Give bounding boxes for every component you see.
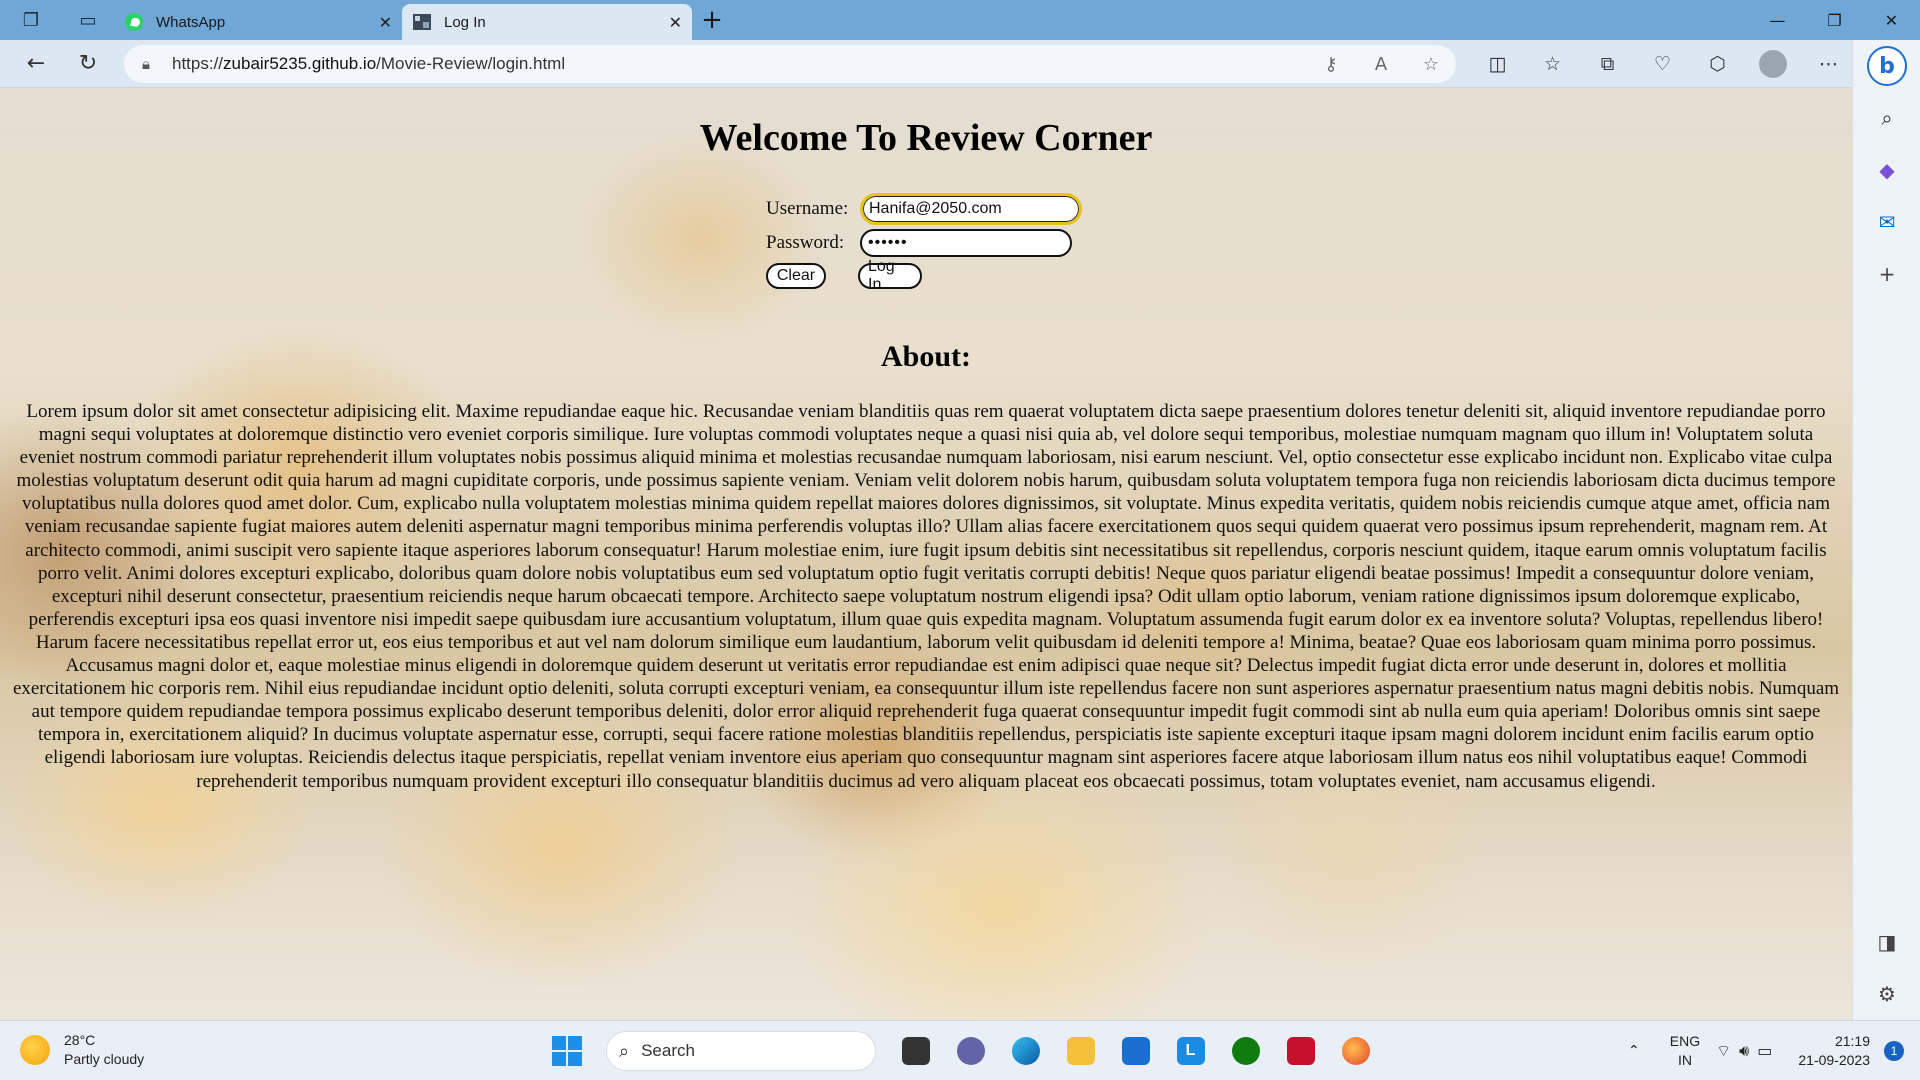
search-placeholder: Search (641, 1041, 695, 1060)
weather-description: Partly cloudy (64, 1051, 145, 1067)
new-tab-icon[interactable]: + (692, 0, 732, 40)
bing-icon: b (1867, 46, 1907, 86)
login-form: Username: Hanifa@2050.com Password: ••••… (766, 192, 1082, 293)
page-favicon-icon (412, 12, 432, 32)
clock[interactable]: 21:19 21-09-2023 (1798, 1032, 1870, 1070)
partly-cloudy-icon (20, 1035, 50, 1065)
copilot-button[interactable]: b (1853, 40, 1920, 92)
start-button[interactable] (552, 1036, 582, 1066)
close-tab-icon[interactable]: ✕ (379, 13, 392, 32)
url-host: zubair5235.github.io (223, 54, 377, 73)
windows-taskbar: 28°C Partly cloudy ⌕ Search L ⌃ ENG IN ⌔… (0, 1020, 1920, 1080)
clock-date: 21-09-2023 (1798, 1052, 1870, 1068)
browser-essentials-icon[interactable]: ♡ (1635, 53, 1690, 75)
refresh-icon[interactable]: ↻ (62, 40, 114, 88)
taskbar-search[interactable]: ⌕ Search (606, 1031, 876, 1071)
collections-icon[interactable]: ⧉ (1580, 53, 1635, 75)
back-icon[interactable]: ← (10, 40, 62, 88)
edge-icon[interactable] (998, 1029, 1053, 1073)
clock-time: 21:19 (1834, 1033, 1870, 1049)
minimize-icon[interactable]: — (1749, 0, 1806, 40)
split-screen-icon[interactable]: ◫ (1470, 53, 1525, 75)
network-volume-battery-icons[interactable]: ⌔🔊︎▭ (1716, 1041, 1780, 1061)
task-view-icon[interactable] (888, 1029, 943, 1073)
region-code: IN (1677, 1052, 1692, 1068)
url-text[interactable]: https://zubair5235.github.io/Movie-Revie… (172, 54, 1306, 74)
show-hidden-icons[interactable]: ⌃ (1628, 1043, 1640, 1059)
login-button[interactable]: Log In (858, 258, 922, 293)
tab-label: WhatsApp (156, 13, 226, 31)
about-paragraph: Lorem ipsum dolor sit amet consectetur a… (12, 401, 1840, 792)
key-icon[interactable]: ⚷ (1306, 54, 1356, 75)
clear-button[interactable]: Clear (766, 263, 826, 289)
lock-icon[interactable]: 🔒︎ (142, 55, 172, 73)
tab-strip: ❐ ▭ WhatsApp ✕ Log In ✕ + — ❐ ✕ (0, 0, 1920, 40)
file-explorer-icon[interactable] (1053, 1029, 1108, 1073)
extensions-icon[interactable]: ⬡ (1690, 53, 1745, 75)
tab-whatsapp[interactable]: WhatsApp ✕ (114, 4, 402, 40)
address-bar[interactable]: 🔒︎ https://zubair5235.github.io/Movie-Re… (124, 45, 1456, 83)
favorite-star-icon[interactable]: ☆ (1406, 54, 1456, 75)
tab-actions-icon[interactable]: ▭ (62, 0, 114, 40)
url-path: /Movie-Review/login.html (376, 54, 566, 73)
close-window-icon[interactable]: ✕ (1863, 0, 1920, 40)
url-scheme: https:// (172, 54, 224, 73)
tools-icon[interactable]: ◆ (1853, 144, 1920, 196)
search-icon: ⌕ (619, 1040, 630, 1062)
language-indicator[interactable]: ENG IN (1670, 1032, 1700, 1070)
firefox-icon[interactable] (1328, 1029, 1383, 1073)
navigation-bar: ← ↻ 🔒︎ https://zubair5235.github.io/Movi… (0, 40, 1920, 88)
workspaces-icon[interactable]: ❐ (0, 0, 62, 40)
username-label: Username: (766, 198, 849, 219)
teams-chat-icon[interactable] (943, 1029, 998, 1073)
favorites-icon[interactable]: ☆ (1525, 53, 1580, 75)
password-input[interactable]: •••••• (860, 229, 1072, 257)
page-title: Welcome To Review Corner (699, 117, 1153, 159)
notification-badge[interactable]: 1 (1884, 1041, 1904, 1061)
tab-log-in[interactable]: Log In ✕ (402, 4, 692, 40)
read-aloud-icon[interactable]: A (1356, 54, 1406, 75)
hide-sidebar-icon[interactable]: ◨ (1853, 916, 1920, 968)
web-page: Welcome To Review Corner Username: Hanif… (0, 88, 1852, 1020)
profile-avatar-icon[interactable] (1759, 50, 1787, 78)
tab-label: Log In (444, 13, 486, 31)
xbox-icon[interactable] (1218, 1029, 1273, 1073)
search-icon[interactable]: ⌕ (1853, 92, 1920, 144)
password-label: Password: (766, 232, 845, 253)
weather-temperature: 28°C (64, 1032, 96, 1048)
language-code: ENG (1669, 1033, 1701, 1049)
edge-sidebar: b ⌕ ◆ ✉ + ◨ ⚙ (1852, 40, 1920, 1020)
weather-widget[interactable]: 28°C Partly cloudy (20, 1031, 144, 1069)
close-tab-icon[interactable]: ✕ (669, 13, 682, 32)
restore-icon[interactable]: ❐ (1806, 0, 1863, 40)
toolbar-right: ◫ ☆ ⧉ ♡ ⬡ ⋯ (1470, 40, 1856, 88)
whatsapp-icon (124, 12, 144, 32)
window-controls: — ❐ ✕ (1749, 0, 1920, 40)
system-tray: ⌃ ENG IN ⌔🔊︎▭ 21:19 21-09-2023 1 (1628, 1029, 1904, 1073)
about-heading: About: (880, 340, 971, 373)
sidebar-settings-icon[interactable]: ⚙ (1853, 968, 1920, 1020)
outlook-icon[interactable]: ✉ (1853, 196, 1920, 248)
mcafee-icon[interactable] (1273, 1029, 1328, 1073)
microsoft-store-icon[interactable] (1108, 1029, 1163, 1073)
l-app-icon[interactable]: L (1163, 1029, 1218, 1073)
more-menu-icon[interactable]: ⋯ (1801, 53, 1856, 75)
add-sidebar-app-icon[interactable]: + (1853, 248, 1920, 300)
taskbar-apps: ⌕ Search L (552, 1029, 1383, 1073)
username-input[interactable]: Hanifa@2050.com (860, 193, 1082, 225)
